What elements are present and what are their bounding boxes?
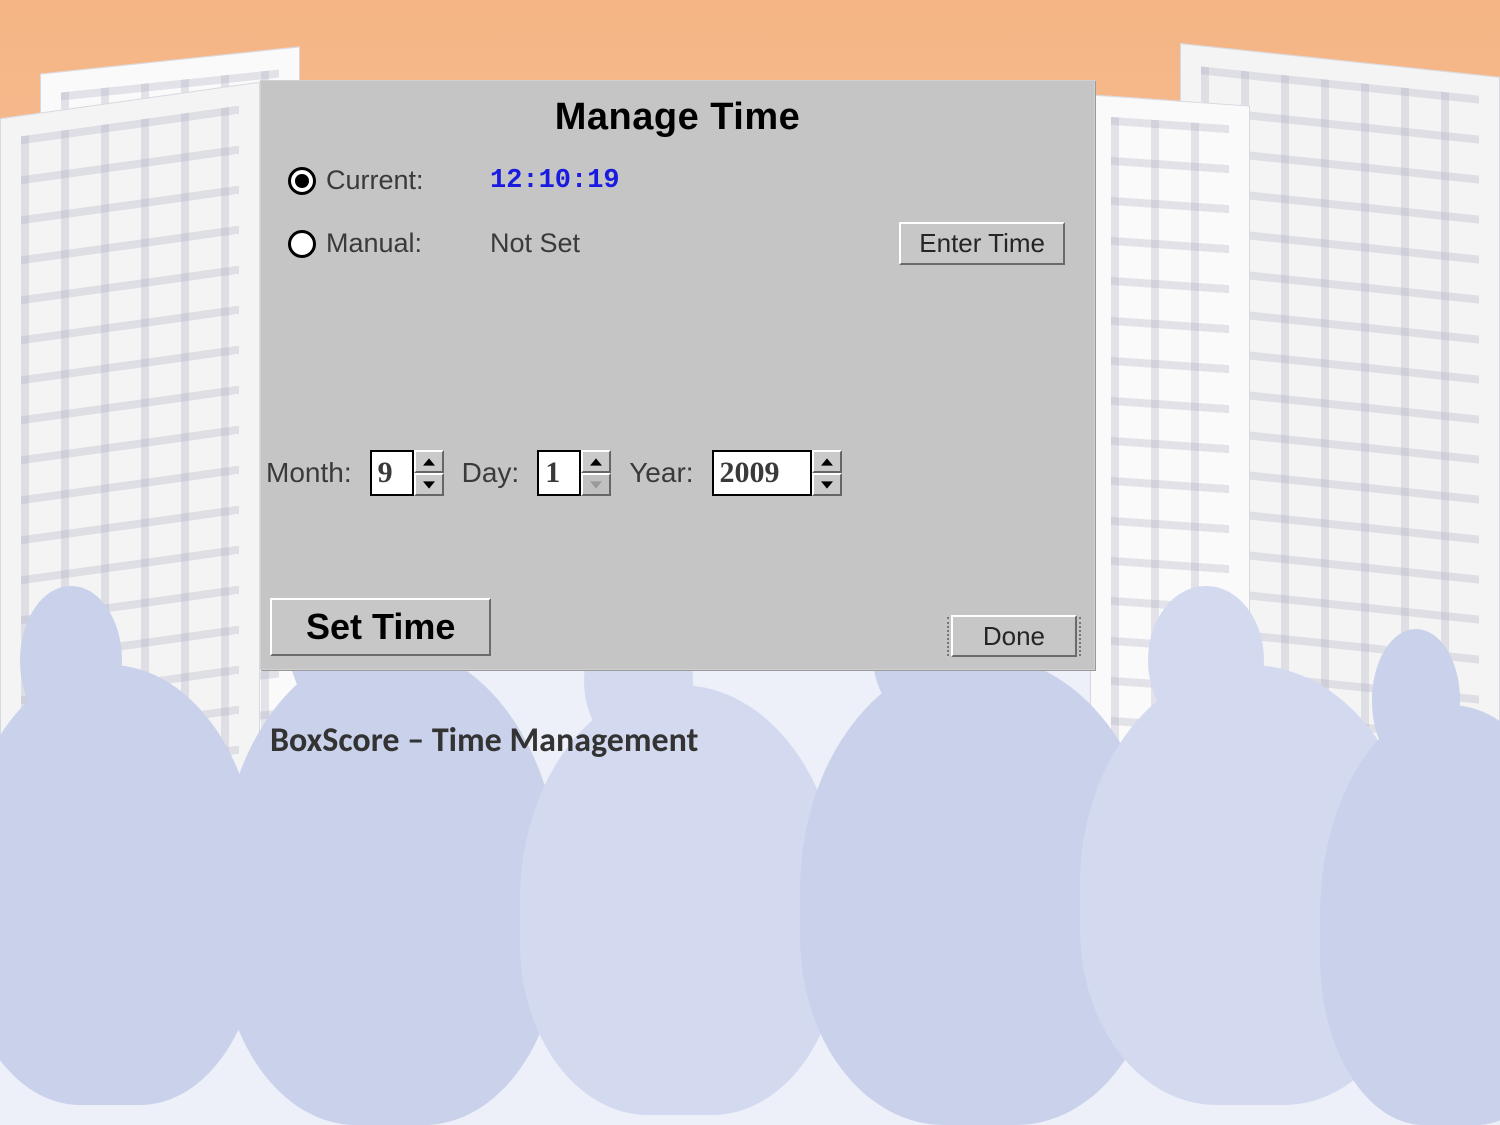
manual-time-row: Manual: Not Set Enter Time: [288, 222, 1067, 265]
caret-up-icon: [423, 458, 435, 466]
current-label: Current:: [326, 165, 476, 196]
manual-time-value: Not Set: [490, 228, 580, 259]
month-spinner: 9: [370, 450, 444, 496]
day-label: Day:: [462, 457, 520, 489]
date-row: Month: 9 Day: 1: [266, 450, 1083, 496]
year-down-button[interactable]: [812, 473, 842, 496]
done-button[interactable]: Done: [951, 615, 1077, 657]
current-time-row: Current: 12:10:19: [288, 165, 1067, 196]
caret-down-icon: [423, 481, 435, 489]
dialog-footer: Set Time Done: [270, 598, 1081, 656]
background-building: [0, 82, 260, 1019]
manage-time-dialog: Manage Time Current: 12:10:19 Manual: No…: [260, 80, 1095, 670]
caret-down-icon: [821, 481, 833, 489]
month-down-button[interactable]: [414, 473, 444, 496]
manual-radio[interactable]: [288, 230, 316, 258]
manual-label: Manual:: [326, 228, 476, 259]
done-focus-ring: Done: [947, 617, 1081, 656]
day-spinner: 1: [537, 450, 611, 496]
month-up-button[interactable]: [414, 450, 444, 473]
caret-up-icon: [590, 458, 602, 466]
caret-up-icon: [821, 458, 833, 466]
year-label: Year:: [629, 457, 693, 489]
day-input[interactable]: 1: [537, 450, 581, 496]
current-time-value: 12:10:19: [490, 166, 620, 196]
year-up-button[interactable]: [812, 450, 842, 473]
caret-down-icon: [590, 481, 602, 489]
day-up-button[interactable]: [581, 450, 611, 473]
background-building: [1090, 94, 1250, 955]
month-input[interactable]: 9: [370, 450, 414, 496]
slide-caption: BoxScore – Time Management: [270, 720, 698, 761]
enter-time-button[interactable]: Enter Time: [899, 222, 1065, 265]
year-spinner: 2009: [712, 450, 842, 496]
current-radio[interactable]: [288, 167, 316, 195]
day-down-button[interactable]: [581, 473, 611, 496]
set-time-button[interactable]: Set Time: [270, 598, 491, 656]
year-input[interactable]: 2009: [712, 450, 812, 496]
month-label: Month:: [266, 457, 352, 489]
dialog-title: Manage Time: [260, 96, 1095, 139]
slide-background: Manage Time Current: 12:10:19 Manual: No…: [0, 0, 1500, 1125]
